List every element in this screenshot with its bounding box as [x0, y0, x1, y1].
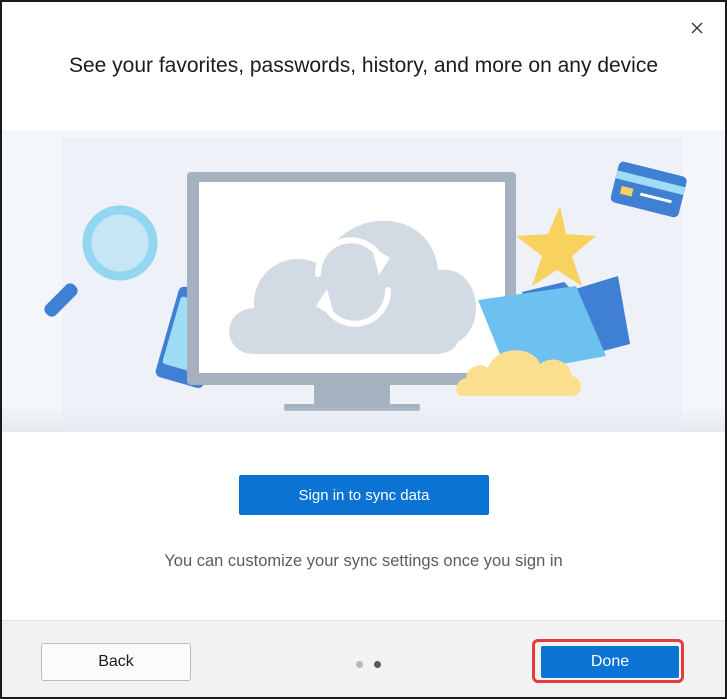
- monitor-icon: [187, 172, 516, 411]
- page-dot-2: [374, 661, 381, 668]
- sync-illustration: [2, 130, 725, 432]
- sync-illustration-art: [44, 138, 687, 428]
- page-indicator: [356, 661, 381, 668]
- dialog-title: See your favorites, passwords, history, …: [68, 54, 659, 77]
- close-button[interactable]: [683, 14, 711, 42]
- illustration-fade: [2, 406, 725, 432]
- sync-dialog: See your favorites, passwords, history, …: [0, 0, 727, 699]
- done-button[interactable]: Done: [541, 646, 679, 678]
- back-button[interactable]: Back: [41, 643, 191, 681]
- close-icon: [691, 22, 703, 34]
- dialog-footer: Back Done: [2, 620, 725, 697]
- page-dot-1: [356, 661, 363, 668]
- sign-in-sync-button[interactable]: Sign in to sync data: [239, 475, 489, 515]
- sync-settings-hint: You can customize your sync settings onc…: [164, 552, 563, 570]
